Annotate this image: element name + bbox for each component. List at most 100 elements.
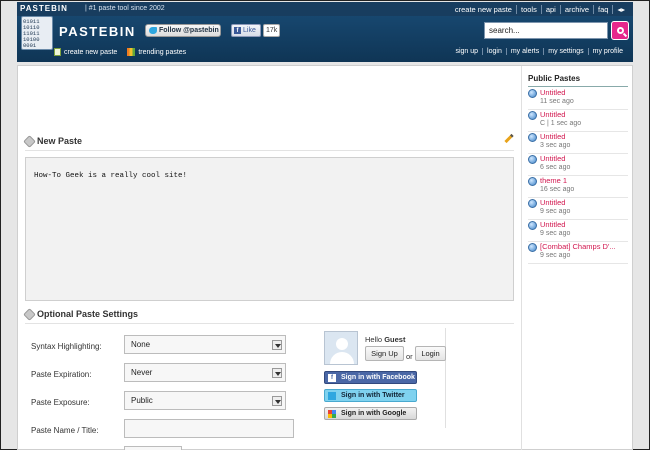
paste-title[interactable]: Untitled xyxy=(540,110,565,119)
facebook-signin-label: Sign in with Facebook xyxy=(341,374,415,381)
nav-api[interactable]: api xyxy=(540,5,560,14)
twitter-signin-label: Sign in with Twitter xyxy=(341,392,405,399)
paste-meta: 9 sec ago xyxy=(540,230,571,237)
paste-title[interactable]: [Combat] Champs D'... xyxy=(540,242,616,251)
list-item[interactable]: [Combat] Champs D'... 9 sec ago xyxy=(528,242,628,264)
site-header: 01011 10110 11011 10100 0001 PASTEBIN Fo… xyxy=(17,16,633,62)
google-signin-button[interactable]: Sign in with Google xyxy=(324,407,417,420)
tag-icon xyxy=(23,307,36,321)
user-name: Guest xyxy=(384,335,406,344)
tag-icon xyxy=(23,134,36,148)
chevron-down-icon xyxy=(272,340,282,350)
trending-chart-icon xyxy=(127,48,136,56)
chevron-down-icon xyxy=(272,396,282,406)
avatar-head xyxy=(336,338,348,350)
list-item[interactable]: Untitled 11 sec ago xyxy=(528,88,628,110)
follow-label: Follow @pastebin xyxy=(159,27,219,34)
site-name[interactable]: PASTEBIN xyxy=(59,24,136,39)
list-item[interactable]: Untitled 9 sec ago xyxy=(528,198,628,220)
main-panel: New Paste How-To Geek is a really cool s… xyxy=(17,65,633,450)
paste-title[interactable]: Untitled xyxy=(540,88,565,97)
sign-up-link[interactable]: sign up xyxy=(451,48,482,55)
paste-exposure-label: Paste Exposure: xyxy=(31,398,90,407)
globe-icon xyxy=(528,177,537,186)
paste-textarea[interactable]: How-To Geek is a really cool site! xyxy=(25,157,514,301)
paste-exposure-select[interactable]: Public xyxy=(124,391,286,410)
new-paste-title: New Paste xyxy=(37,136,83,146)
new-document-icon xyxy=(54,48,61,56)
tagline: | #1 paste tool since 2002 xyxy=(85,5,165,12)
twitter-signin-button[interactable]: Sign in with Twitter xyxy=(324,389,417,402)
paste-title[interactable]: theme 1 xyxy=(540,176,567,185)
twitter-follow-button[interactable]: Follow @pastebin xyxy=(145,24,221,37)
list-item[interactable]: Untitled 3 sec ago xyxy=(528,132,628,154)
list-item[interactable]: Untitled 9 sec ago xyxy=(528,220,628,242)
trending-pastes-label: trending pastes xyxy=(138,48,187,56)
paste-meta: 6 sec ago xyxy=(540,164,571,171)
nav-archive[interactable]: archive xyxy=(559,5,593,14)
paste-expiration-label: Paste Expiration: xyxy=(31,370,92,379)
nav-tools[interactable]: tools xyxy=(515,5,541,14)
paste-title[interactable]: Untitled xyxy=(540,198,565,207)
pastebin-logo[interactable]: 01011 10110 11011 10100 0001 xyxy=(21,16,53,50)
list-item[interactable]: Untitled C | 1 sec ago xyxy=(528,110,628,132)
paste-name-label: Paste Name / Title: xyxy=(31,426,99,435)
paste-name-input[interactable] xyxy=(124,419,294,438)
twitter-bird-icon xyxy=(149,27,157,34)
create-new-paste-label: create new paste xyxy=(64,48,118,56)
my-settings-link[interactable]: my settings xyxy=(543,48,587,55)
pencil-icon[interactable] xyxy=(504,133,514,144)
list-item[interactable]: theme 1 16 sec ago xyxy=(528,176,628,198)
list-item[interactable]: Untitled 6 sec ago xyxy=(528,154,628,176)
optional-settings-title: Optional Paste Settings xyxy=(37,309,139,319)
paste-title[interactable]: Untitled xyxy=(540,220,565,229)
globe-icon xyxy=(528,111,537,120)
public-pastes-title: Public Pastes xyxy=(528,74,581,83)
my-profile-link[interactable]: my profile xyxy=(587,48,627,55)
paste-meta: 3 sec ago xyxy=(540,142,571,149)
paste-expiration-select[interactable]: Never xyxy=(124,363,286,382)
top-nav: create new paste tools api archive faq ◂… xyxy=(451,5,629,14)
search-icon xyxy=(616,27,624,34)
paste-meta: C | 1 sec ago xyxy=(540,120,582,127)
account-nav: sign up login my alerts my settings my p… xyxy=(451,48,627,55)
like-count: 17k xyxy=(263,24,281,37)
expiration-value: Never xyxy=(131,368,153,377)
search-button[interactable] xyxy=(611,21,629,40)
login-button[interactable]: Login xyxy=(415,346,446,361)
paste-title[interactable]: Untitled xyxy=(540,132,565,141)
my-alerts-link[interactable]: my alerts xyxy=(505,48,543,55)
or-text: or xyxy=(406,352,413,361)
globe-icon xyxy=(528,243,537,252)
new-paste-heading: New Paste xyxy=(23,134,83,148)
paste-meta: 16 sec ago xyxy=(540,186,575,193)
nav-create-new-paste[interactable]: create new paste xyxy=(451,5,516,14)
syntax-highlighting-select[interactable]: None xyxy=(124,335,286,354)
facebook-icon: f xyxy=(234,27,241,34)
login-link[interactable]: login xyxy=(482,48,506,55)
facebook-like-button[interactable]: f Like xyxy=(231,24,261,37)
paste-meta: 9 sec ago xyxy=(540,252,571,259)
top-brand[interactable]: PASTEBIN xyxy=(20,4,68,13)
facebook-signin-button[interactable]: f Sign in with Facebook xyxy=(324,371,417,384)
next-field[interactable] xyxy=(124,446,182,450)
public-pastes-sidebar: Public Pastes Untitled 11 sec ago Untitl… xyxy=(521,66,633,450)
avatar-body xyxy=(330,352,354,364)
syntax-highlighting-label: Syntax Highlighting: xyxy=(31,342,102,351)
globe-icon xyxy=(528,133,537,142)
paste-title[interactable]: Untitled xyxy=(540,154,565,163)
sign-up-button[interactable]: Sign Up xyxy=(365,346,404,361)
search-input[interactable] xyxy=(484,22,608,39)
paste-meta: 11 sec ago xyxy=(540,98,574,105)
create-new-paste-link[interactable]: create new paste xyxy=(54,48,117,56)
divider xyxy=(528,86,628,87)
globe-icon xyxy=(528,221,537,230)
expand-arrows-icon[interactable]: ◂▸ xyxy=(612,5,629,14)
globe-icon xyxy=(528,155,537,164)
like-label: Like xyxy=(243,27,256,34)
trending-pastes-link[interactable]: trending pastes xyxy=(127,48,186,56)
divider xyxy=(25,323,514,324)
twitter-icon xyxy=(328,391,336,400)
exposure-value: Public xyxy=(131,396,153,405)
nav-faq[interactable]: faq xyxy=(593,5,612,14)
